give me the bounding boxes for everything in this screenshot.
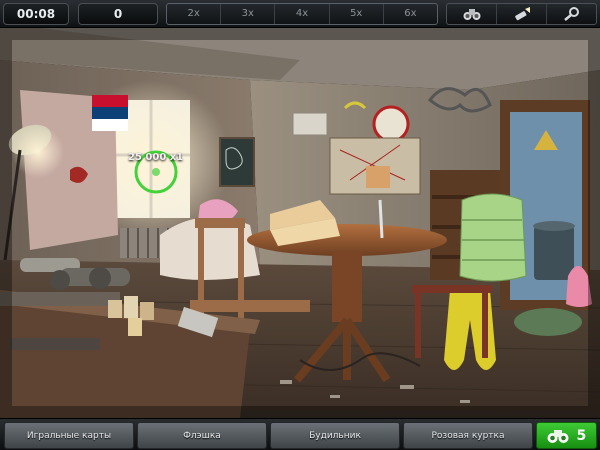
item-pink-jacket[interactable]: Розовая куртка (403, 422, 533, 449)
multiplier-6x: 6x (404, 8, 417, 19)
item-alarm-clock[interactable]: Будильник (270, 422, 400, 449)
timer: 00:08 (3, 3, 69, 25)
floating-score: 25 000 x1 (128, 152, 184, 163)
multiplier-3x: 3x (221, 4, 276, 24)
flashlight-tool-button[interactable] (497, 4, 547, 24)
room-illustration (0, 16, 600, 430)
game-scene[interactable]: 25 000 x1 (0, 0, 600, 450)
hint-button[interactable]: 5 (536, 422, 597, 449)
item-list-bar: Игральные карты Флэшка Будильник Розовая… (0, 418, 600, 450)
binoculars-icon (463, 9, 480, 20)
multiplier-2x: 2x (167, 4, 222, 24)
binoculars-tool-button[interactable] (447, 4, 497, 24)
binoculars-icon (547, 429, 569, 443)
multiplier-4x: 4x (275, 4, 330, 24)
item-playing-cards[interactable]: Игральные карты (4, 422, 134, 449)
hint-count: 5 (576, 427, 587, 444)
top-hud: 00:08 0 2x 3x 4x 5x 6x (0, 0, 600, 28)
item-flash-drive[interactable]: Флэшка (137, 422, 267, 449)
magnifier-icon (563, 7, 579, 21)
magnifier-tool-button[interactable] (547, 4, 596, 24)
multiplier-5x: 5x (330, 4, 384, 24)
tool-bar (446, 3, 597, 25)
serbian-flag (92, 95, 128, 131)
score-counter: 0 (78, 3, 158, 25)
flashlight-icon (514, 7, 530, 21)
multiplier-bar: 2x 3x 4x 5x 6x (166, 3, 438, 25)
